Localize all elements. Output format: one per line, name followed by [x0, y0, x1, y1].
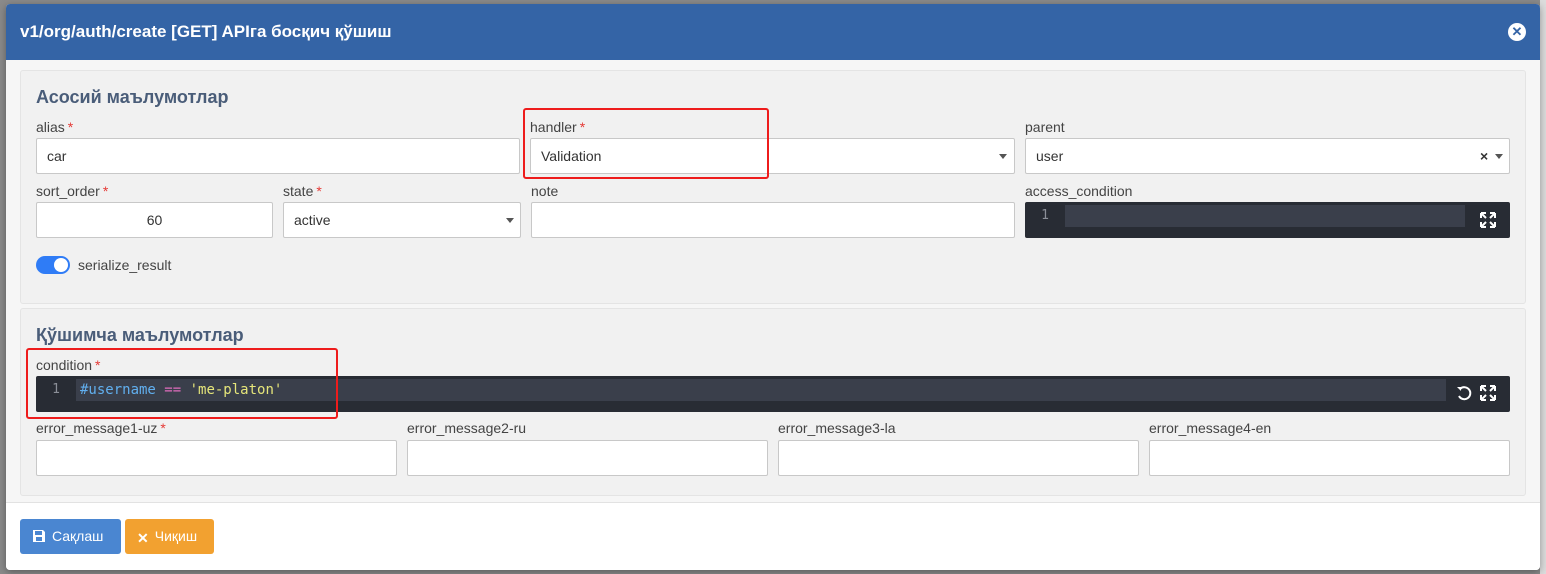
chevron-down-icon [1495, 154, 1503, 159]
section-title: Асосий маълумотлар [36, 87, 229, 107]
sort-order-input[interactable]: 60 [36, 202, 273, 238]
toggle-knob [54, 258, 68, 272]
state-value: active [294, 212, 331, 228]
note-label: note [531, 183, 559, 199]
error-message4-input[interactable] [1149, 440, 1510, 476]
error-message4-label: error_message4-en [1149, 420, 1272, 436]
parent-select[interactable]: user × [1025, 138, 1510, 174]
code-token-string: 'me-platon' [189, 382, 283, 398]
code-token-variable: #username [80, 382, 156, 398]
fullscreen-icon[interactable] [1480, 385, 1496, 401]
condition-editor[interactable]: 1 #username == 'me-platon' [36, 376, 1510, 412]
state-select[interactable]: active [283, 202, 521, 238]
section-title: Қўшимча маълумотлар [36, 325, 244, 345]
handler-label: handler * [530, 119, 586, 135]
alias-label: alias * [36, 119, 74, 135]
save-button[interactable]: Сақлаш [20, 519, 121, 554]
state-label: state * [283, 183, 322, 199]
error-message3-input[interactable] [778, 440, 1139, 476]
parent-value: user [1036, 148, 1064, 164]
floppy-disk-icon [33, 530, 45, 542]
handler-select[interactable]: Validation [530, 138, 1015, 174]
active-line [1065, 205, 1465, 227]
parent-label: parent [1025, 119, 1065, 135]
chevron-down-icon [506, 218, 514, 223]
extra-info-section: Қўшимча маълумотлар condition * 1 #userna… [20, 308, 1526, 496]
access-condition-editor[interactable]: 1 [1025, 202, 1510, 238]
error-message3-label: error_message3-la [778, 420, 896, 436]
background-page [1540, 0, 1546, 574]
clear-icon[interactable]: × [1480, 139, 1488, 173]
condition-label: condition * [36, 357, 101, 373]
undo-icon[interactable] [1456, 385, 1472, 401]
exit-button-label: Чиқиш [154, 528, 198, 544]
error-message1-input[interactable] [36, 440, 397, 476]
fullscreen-icon[interactable] [1480, 212, 1496, 228]
access-condition-label: access_condition [1025, 183, 1133, 199]
alias-input[interactable]: car [36, 138, 520, 174]
code-token-operator: == [164, 382, 182, 398]
modal-header: v1/org/auth/create [GET] APIга босқич қў… [6, 4, 1540, 60]
serialize-result-label: serialize_result [78, 257, 172, 273]
serialize-result-toggle[interactable] [36, 256, 70, 274]
save-button-label: Сақлаш [52, 528, 104, 544]
modal-body: Асосий маълумотлар alias * handler * paren… [6, 60, 1540, 502]
note-input[interactable] [531, 202, 1015, 238]
error-message2-label: error_message2-ru [407, 420, 527, 436]
error-message1-label: error_message1-uz * [36, 420, 166, 436]
sort-order-label: sort_order * [36, 183, 109, 199]
line-number: 1 [52, 382, 60, 397]
exit-button[interactable]: ✕ Чиқиш [125, 519, 214, 554]
handler-value: Validation [541, 148, 602, 164]
modal-footer: Сақлаш ✕ Чиқиш [6, 502, 1540, 570]
add-step-modal: v1/org/auth/create [GET] APIга босқич қў… [6, 4, 1540, 570]
line-number: 1 [1041, 208, 1049, 223]
close-icon: ✕ [137, 530, 149, 546]
modal-title: v1/org/auth/create [GET] APIга босқич қў… [20, 22, 392, 41]
close-icon[interactable]: ✕ [1508, 23, 1526, 41]
error-message2-input[interactable] [407, 440, 768, 476]
main-info-section: Асосий маълумотлар alias * handler * paren… [20, 70, 1526, 304]
condition-code: #username == 'me-platon' [80, 382, 282, 398]
chevron-down-icon [999, 154, 1007, 159]
